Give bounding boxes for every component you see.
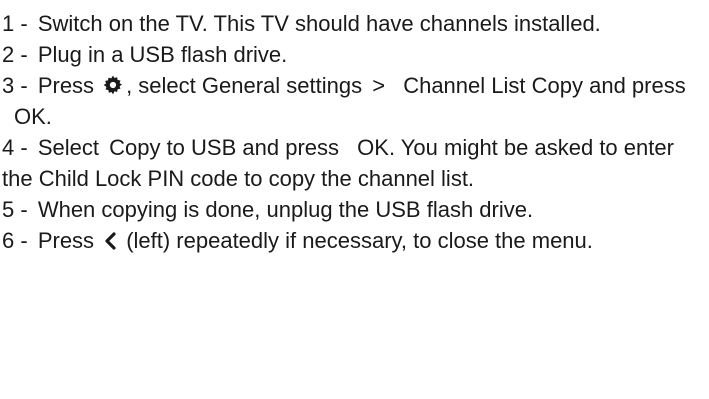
step-text: When copying is done, unplug the USB fla… [37,197,534,222]
step-number: 4 - [2,135,28,160]
chevron-left-icon [102,231,118,251]
menu-path-general-settings: General settings [201,73,363,98]
menu-separator: > [372,73,386,98]
instruction-steps: 1 - Switch on the TV. This TV should hav… [2,8,702,256]
menu-path-channel-list-copy: Channel List Copy [403,73,583,98]
step-text-middle: , select [126,73,196,98]
step-6: 6 - Press (left) repeatedly if necessary… [2,225,702,256]
step-text-prefix: Select [37,135,99,160]
step-text-prefix: Press [37,73,95,98]
step-number: 6 - [2,228,28,253]
step-text-connector: and press [242,135,340,160]
key-ok: OK [357,135,389,160]
settings-gear-icon [102,74,124,96]
step-text: Plug in a USB flash drive. [37,42,288,67]
step-1: 1 - Switch on the TV. This TV should hav… [2,8,702,39]
step-3: 3 - Press , select General settings > Cha… [2,70,702,132]
step-number: 2 - [2,42,28,67]
step-text: Switch on the TV. This TV should have ch… [37,11,601,36]
step-text-suffix: . [45,104,52,129]
step-number: 3 - [2,73,28,98]
step-text-suffix: (left) repeatedly if necessary, to close… [126,228,593,253]
step-number: 5 - [2,197,28,222]
step-4: 4 - Select Copy to USB and press OK. You… [2,132,702,194]
step-2: 2 - Plug in a USB flash drive. [2,39,702,70]
step-5: 5 - When copying is done, unplug the USB… [2,194,702,225]
step-text-connector: and press [589,73,686,98]
option-copy-to-usb: Copy to USB [109,135,237,160]
step-number: 1 - [2,11,28,36]
key-ok: OK [14,104,46,129]
step-text-prefix: Press [37,228,95,253]
